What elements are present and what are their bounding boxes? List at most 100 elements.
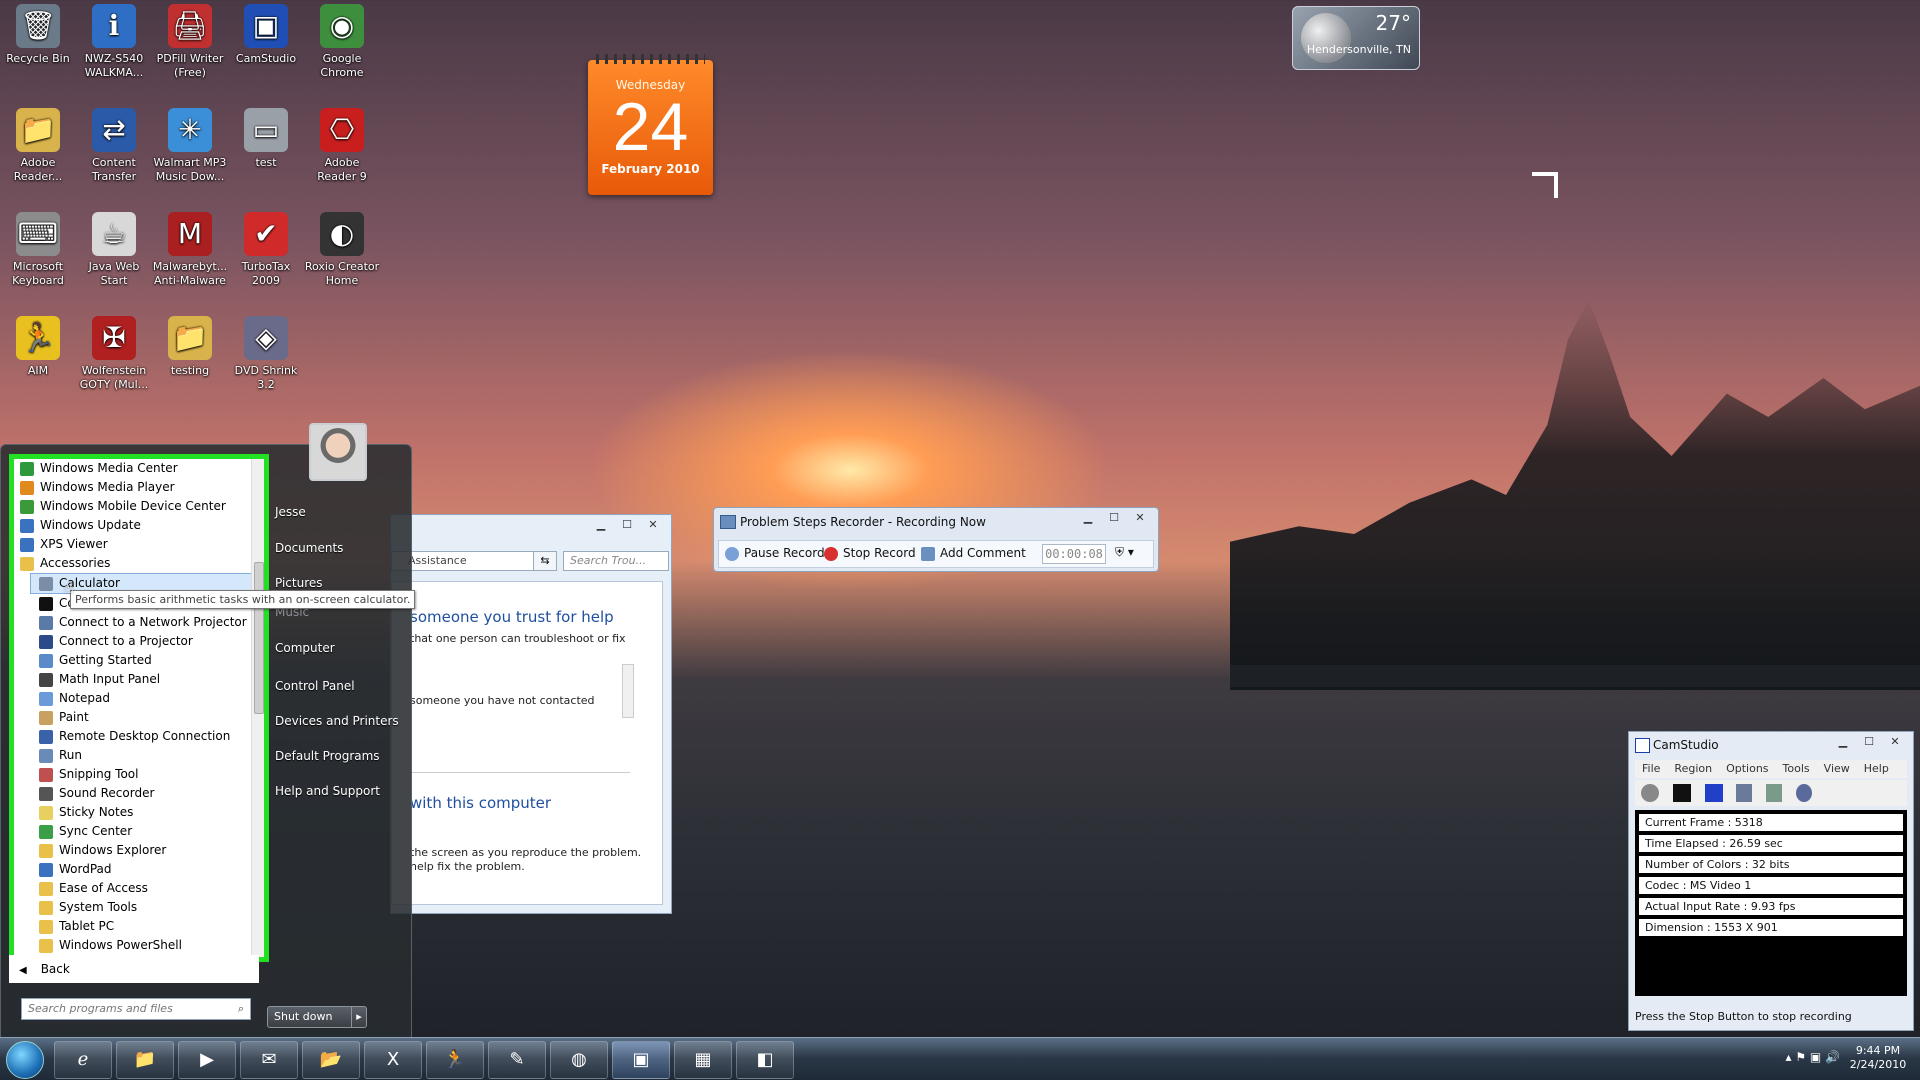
tray-clock[interactable]: 9:44 PM 2/24/2010: [1846, 1044, 1910, 1072]
scrollbar-thumb[interactable]: [254, 562, 264, 714]
help-shield-icon[interactable]: ⛨ ▾: [1115, 545, 1134, 560]
maximize-button[interactable]: ☐: [1857, 734, 1881, 750]
desktop-icon-turbotax-2009[interactable]: ✔ TurboTax 2009: [228, 212, 304, 288]
menu-help[interactable]: Help: [1864, 762, 1889, 775]
desktop-icon-roxio-creator-home[interactable]: ◐ Roxio Creator Home: [304, 212, 380, 288]
maximize-button[interactable]: ☐: [615, 517, 639, 533]
taskbar-internet-explorer[interactable]: ℯ: [54, 1041, 112, 1079]
minimize-button[interactable]: ▁: [1831, 734, 1855, 750]
help-heading-1[interactable]: someone you trust for help: [410, 608, 614, 626]
program-item-getting-started[interactable]: Getting Started: [14, 651, 264, 670]
pause-icon[interactable]: [1672, 784, 1691, 802]
close-button[interactable]: ✕: [1128, 510, 1152, 526]
start-item-pictures[interactable]: Pictures: [275, 576, 323, 590]
maximize-button[interactable]: ☐: [1102, 510, 1126, 526]
program-item-paint[interactable]: Paint: [14, 708, 264, 727]
back-button[interactable]: ◀ Back: [9, 955, 259, 983]
desktop-icon-aim[interactable]: 🏃 AIM: [0, 316, 76, 378]
desktop-icon-content-transfer[interactable]: ⇄ Content Transfer: [76, 108, 152, 184]
menu-file[interactable]: File: [1642, 762, 1660, 775]
menu-options[interactable]: Options: [1726, 762, 1768, 775]
start-search-input[interactable]: Search programs and files ⌕: [21, 998, 251, 1020]
start-item-user[interactable]: Jesse: [275, 505, 306, 519]
region-icon[interactable]: [1736, 784, 1753, 802]
refresh-icon[interactable]: ⇆: [533, 551, 557, 571]
desktop-icon-testing[interactable]: 📁 testing: [152, 316, 228, 378]
program-item-windows-media-center[interactable]: Windows Media Center: [14, 459, 264, 478]
minimize-button[interactable]: ▁: [1076, 510, 1100, 526]
desktop-icon-adobe-reader-9[interactable]: ⎔ Adobe Reader 9: [304, 108, 380, 184]
start-item-computer[interactable]: Computer: [275, 641, 335, 655]
program-item-windows-mobile-device-center[interactable]: Windows Mobile Device Center: [14, 497, 264, 516]
taskbar-camstudio[interactable]: ▣: [612, 1041, 670, 1079]
program-item-wordpad[interactable]: WordPad: [14, 860, 264, 879]
weather-gadget[interactable]: 27° Hendersonville, TN: [1292, 6, 1420, 70]
record-icon[interactable]: [1641, 784, 1659, 802]
desktop-icon-camstudio[interactable]: ▣ CamStudio: [228, 4, 304, 66]
start-item-default-programs[interactable]: Default Programs: [275, 749, 380, 763]
user-avatar[interactable]: [309, 423, 367, 481]
add-comment-button[interactable]: Add Comment: [921, 546, 1026, 561]
help-heading-2[interactable]: with this computer: [410, 794, 551, 812]
program-item-sync-center[interactable]: Sync Center: [14, 822, 264, 841]
desktop-icon-dvd-shrink-3-2[interactable]: ◈ DVD Shrink 3.2: [228, 316, 304, 392]
web-icon[interactable]: [1796, 784, 1813, 802]
program-item-windows-update[interactable]: Windows Update: [14, 516, 264, 535]
start-item-help-and-support[interactable]: Help and Support: [275, 784, 380, 798]
desktop-icon-google-chrome[interactable]: ◉ Google Chrome: [304, 4, 380, 80]
program-item-notepad[interactable]: Notepad: [14, 689, 264, 708]
shutdown-options-arrow-icon[interactable]: ▸: [351, 1007, 366, 1027]
taskbar-folder[interactable]: 📂: [302, 1041, 360, 1079]
start-item-devices-and-printers[interactable]: Devices and Printers: [275, 714, 399, 728]
search-input[interactable]: Search Trou...: [563, 551, 669, 571]
desktop-icon-malwarebyt-anti-malware[interactable]: M Malwarebyt... Anti-Malware: [152, 212, 228, 288]
program-item-run[interactable]: Run: [14, 746, 264, 765]
desktop-icon-wolfenstein-goty-mul[interactable]: ✠ Wolfenstein GOTY (Mul...: [76, 316, 152, 392]
desktop-icon-walmart-mp3-music-dow[interactable]: ✳ Walmart MP3 Music Dow...: [152, 108, 228, 184]
program-item-sticky-notes[interactable]: Sticky Notes: [14, 803, 264, 822]
tray-icons[interactable]: ▴ ⚑ ▣ 🔊: [1785, 1050, 1840, 1064]
start-button[interactable]: [6, 1041, 44, 1079]
program-item-snipping-tool[interactable]: Snipping Tool: [14, 765, 264, 784]
taskbar-media-player[interactable]: ▶: [178, 1041, 236, 1079]
shutdown-button[interactable]: Shut down ▸: [267, 1006, 367, 1028]
problem-steps-recorder-window[interactable]: Problem Steps Recorder - Recording Now ▁…: [713, 507, 1159, 572]
desktop-icon-recycle-bin[interactable]: 🗑 Recycle Bin: [0, 4, 76, 66]
remote-assistance-window[interactable]: ▁☐✕ Assistance▾ ⇆ Search Trou... someone…: [390, 514, 672, 914]
help-scrollbar[interactable]: [622, 664, 634, 718]
program-item-xps-viewer[interactable]: XPS Viewer: [14, 535, 264, 554]
desktop-icon-test[interactable]: ▭ test: [228, 108, 304, 170]
taskbar-outlook[interactable]: ✉: [240, 1041, 298, 1079]
desktop-icon-nwz-s540-walkma[interactable]: ℹ NWZ-S540 WALKMA...: [76, 4, 152, 80]
taskbar-notepad[interactable]: ✎: [488, 1041, 546, 1079]
programs-scrollbar[interactable]: [251, 459, 264, 957]
menu-region[interactable]: Region: [1674, 762, 1712, 775]
program-item-windows-explorer[interactable]: Windows Explorer: [14, 841, 264, 860]
taskbar-remote-desktop[interactable]: ▦: [674, 1041, 732, 1079]
minimize-button[interactable]: ▁: [589, 517, 613, 533]
program-item-accessories[interactable]: Accessories: [14, 554, 264, 573]
start-item-documents[interactable]: Documents: [275, 541, 343, 555]
menu-view[interactable]: View: [1824, 762, 1850, 775]
program-item-windows-powershell[interactable]: Windows PowerShell: [14, 936, 264, 955]
program-item-connect-to-a-network-projector[interactable]: Connect to a Network Projector: [14, 613, 264, 632]
address-bar[interactable]: Assistance▾: [391, 551, 544, 571]
menu-tools[interactable]: Tools: [1783, 762, 1810, 775]
start-item-control-panel[interactable]: Control Panel: [275, 679, 355, 693]
program-item-remote-desktop-connection[interactable]: Remote Desktop Connection: [14, 727, 264, 746]
program-item-windows-media-player[interactable]: Windows Media Player: [14, 478, 264, 497]
camstudio-window[interactable]: CamStudio ▁ ☐ ✕ File Region Options Tools View…: [1628, 731, 1914, 1031]
program-item-connect-to-a-projector[interactable]: Connect to a Projector: [14, 632, 264, 651]
options-icon[interactable]: [1766, 784, 1783, 802]
program-item-math-input-panel[interactable]: Math Input Panel: [14, 670, 264, 689]
desktop-icon-java-web-start[interactable]: ☕ Java Web Start: [76, 212, 152, 288]
stop-record-button[interactable]: Stop Record: [824, 546, 916, 561]
taskbar-windows-explorer[interactable]: 📁: [116, 1041, 174, 1079]
program-item-system-tools[interactable]: System Tools: [14, 898, 264, 917]
taskbar-problem-steps-recorder[interactable]: ◧: [736, 1041, 794, 1079]
desktop-icon-adobe-reader[interactable]: 📁 Adobe Reader...: [0, 108, 76, 184]
desktop-icon-microsoft-keyboard[interactable]: ⌨ Microsoft Keyboard: [0, 212, 76, 288]
stop-icon[interactable]: [1704, 784, 1723, 802]
taskbar-web-browser[interactable]: ◍: [550, 1041, 608, 1079]
program-item-tablet-pc[interactable]: Tablet PC: [14, 917, 264, 936]
